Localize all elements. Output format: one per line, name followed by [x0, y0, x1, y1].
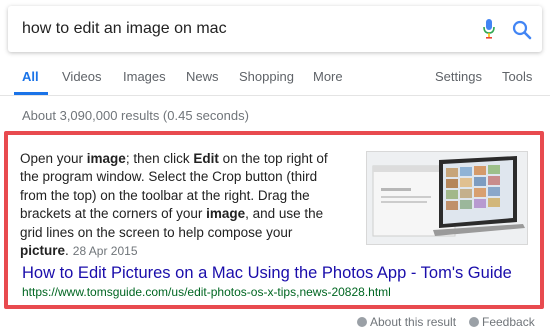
search-box[interactable]: how to edit an image on mac [8, 6, 542, 52]
search-tabs: All Videos Images News Shopping More Set… [0, 58, 550, 96]
info-icon [357, 317, 367, 327]
result-stats: About 3,090,000 results (0.45 seconds) [22, 108, 249, 123]
feedback-icon [469, 317, 479, 327]
result-url: https://www.tomsguide.com/us/edit-photos… [22, 285, 391, 299]
tab-more[interactable]: More [313, 69, 343, 84]
snippet-footer: About this result Feedback [0, 312, 550, 332]
about-this-result-link[interactable]: About this result [370, 315, 456, 329]
tab-all[interactable]: All [22, 69, 39, 84]
tab-settings[interactable]: Settings [435, 69, 482, 84]
featured-snippet-text: Open your image; then click Edit on the … [20, 151, 328, 259]
tab-tools[interactable]: Tools [502, 69, 532, 84]
laptop-photos-thumbnail[interactable] [366, 151, 528, 245]
tab-videos[interactable]: Videos [62, 69, 102, 84]
result-title-link[interactable]: How to Edit Pictures on a Mac Using the … [22, 264, 512, 283]
feedback-link[interactable]: Feedback [482, 315, 535, 329]
tab-shopping[interactable]: Shopping [239, 69, 294, 84]
snippet-date: 28 Apr 2015 [72, 244, 138, 259]
search-input[interactable]: how to edit an image on mac [22, 20, 227, 38]
tab-images[interactable]: Images [123, 69, 166, 84]
mic-icon[interactable] [482, 18, 496, 40]
search-icon[interactable] [511, 19, 533, 41]
tab-news[interactable]: News [186, 69, 219, 84]
tabs-divider [0, 95, 550, 96]
